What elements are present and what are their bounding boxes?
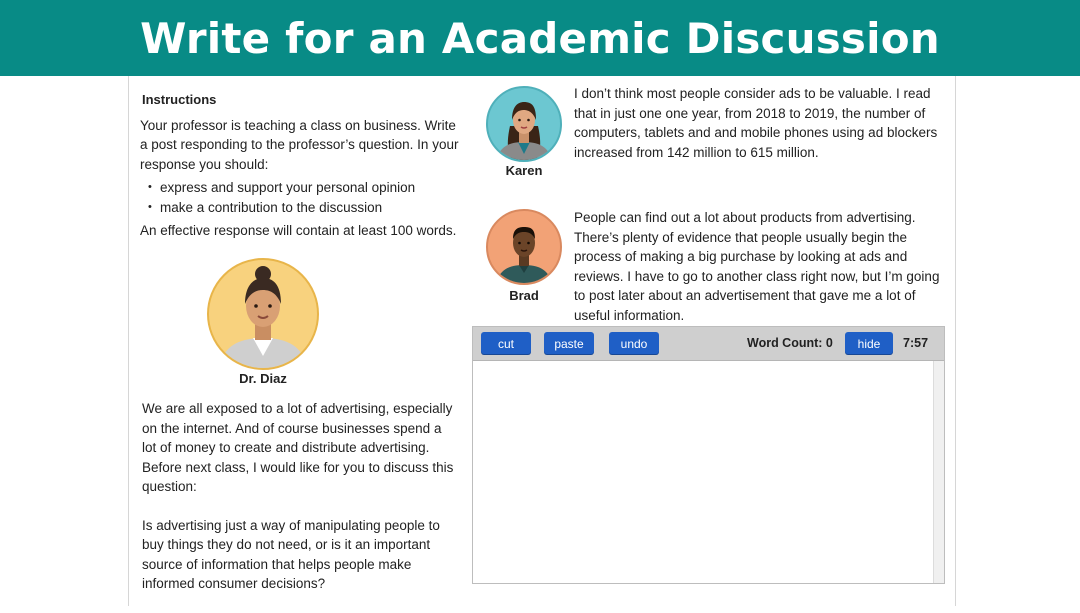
- professor-question: Is advertising just a way of manipulatin…: [142, 517, 440, 592]
- page-title: Write for an Academic Discussion: [140, 13, 940, 63]
- karen-name: Karen: [505, 163, 543, 178]
- brad-post: People can find out a lot about products…: [574, 210, 940, 323]
- brad-name: Brad: [509, 288, 539, 303]
- professor-post-paragraph: We are all exposed to a lot of advertisi…: [142, 401, 454, 494]
- response-editor: cut paste undo Word Count: 0 hide 7:57: [472, 326, 945, 584]
- professor-post: We are all exposed to a lot of advertisi…: [142, 399, 457, 613]
- response-textarea[interactable]: [473, 361, 933, 583]
- content-frame-left-border: [128, 76, 129, 606]
- paste-button[interactable]: paste: [544, 332, 594, 355]
- instructions-effective-note: An effective response will contain at le…: [140, 223, 457, 238]
- timer: 7:57: [903, 336, 929, 350]
- cut-button[interactable]: cut: [481, 332, 531, 355]
- editor-toolbar: cut paste undo Word Count: 0 hide 7:57: [473, 327, 944, 361]
- instructions-bullet: express and support your personal opinio…: [148, 178, 460, 198]
- karen-post: I don’t think most people consider ads t…: [574, 86, 938, 160]
- instructions-title: Instructions: [142, 92, 217, 107]
- brad-avatar-icon: [486, 209, 562, 285]
- word-count-value: 0: [825, 336, 833, 350]
- editor-scrollbar[interactable]: [933, 361, 944, 583]
- word-count-label: Word Count:: [747, 336, 826, 350]
- instructions-bullets: express and support your personal opinio…: [140, 178, 460, 217]
- word-count: Word Count: 0: [747, 336, 833, 350]
- professor-name: Dr. Diaz: [239, 371, 287, 386]
- page-header: Write for an Academic Discussion: [0, 0, 1080, 76]
- content-frame-right-border: [955, 76, 956, 606]
- instructions-intro: Your professor is teaching a class on bu…: [140, 117, 459, 172]
- karen-avatar-icon: [486, 86, 562, 162]
- undo-button[interactable]: undo: [609, 332, 659, 355]
- hide-timer-button[interactable]: hide: [845, 332, 893, 355]
- instructions-bullet: make a contribution to the discussion: [148, 198, 460, 218]
- instructions-panel: Instructions Your professor is teaching …: [140, 88, 460, 245]
- professor-avatar-icon: [207, 258, 319, 370]
- man-avatar-icon: [496, 227, 552, 283]
- woman-avatar-icon: [496, 102, 552, 160]
- woman-avatar-icon: [219, 266, 307, 368]
